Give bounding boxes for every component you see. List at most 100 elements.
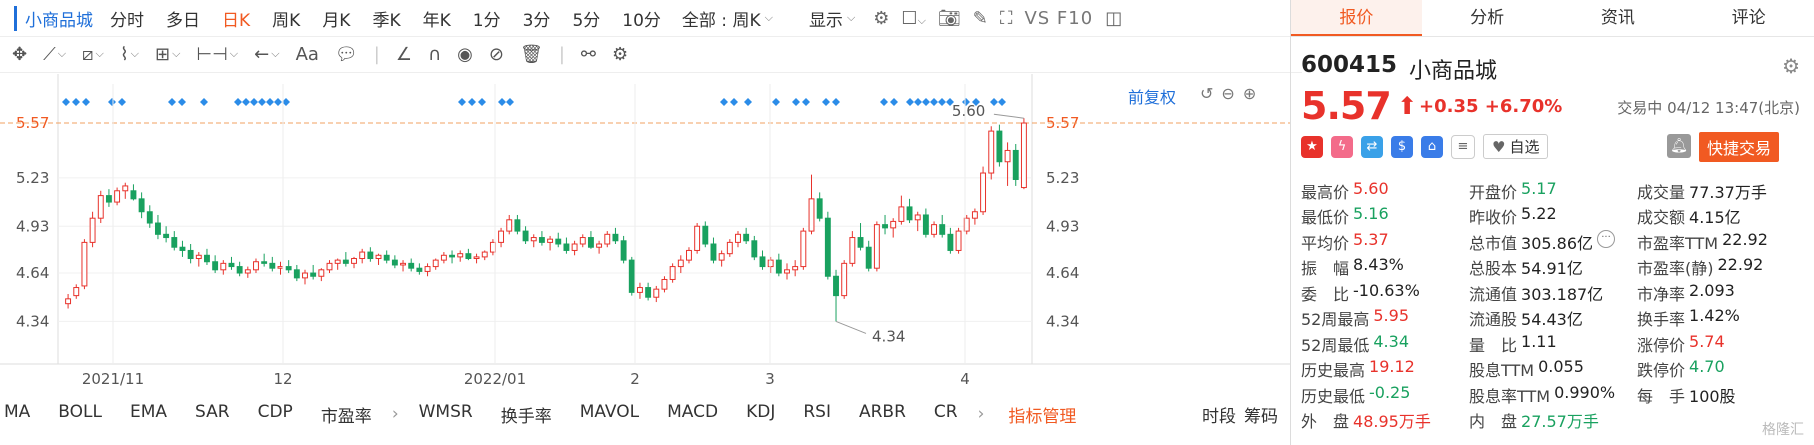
candle-body [244,269,251,274]
candle-body [628,259,635,293]
text-icon[interactable]: Aa [296,44,319,65]
comment-icon[interactable]: 💬︎ [335,44,358,65]
range-icon[interactable]: ⊢⊣ ⌵ [196,44,238,65]
indicator-list2-2[interactable]: MAVOL [580,402,639,427]
indicator-list2-3[interactable]: MACD [667,402,718,427]
tab-2[interactable]: 资讯 [1553,0,1684,36]
magnet-icon[interactable]: ∩ [428,44,441,65]
quote-grid: 最高价 5.60 开盘价 5.17 成交量 77.37万手 最低价 5.16 昨收价 5.22 成交… [1301,178,1806,433]
display-dropdown[interactable]: 显示 ⌵ [809,6,855,31]
indicator-list2-4[interactable]: KDJ [746,402,775,427]
candle-body [636,287,643,293]
dollar-icon[interactable]: $ [1391,135,1413,158]
chevron-right-icon[interactable]: › [978,404,985,424]
candle-body [947,233,954,251]
quote-cell: 股息率TTM 0.990% [1469,383,1637,407]
arrow-icon[interactable]: ← ⌵ [254,44,279,65]
candle-body [326,262,333,271]
period-tab-0[interactable]: 分时 [110,6,144,31]
compare-icon[interactable]: ⇄ [1361,135,1383,158]
period-tab-10[interactable]: 10分 [622,6,661,31]
quick-trade-button[interactable]: 快捷交易 [1699,132,1780,162]
candle-body [898,206,905,222]
period-tab-8[interactable]: 3分 [523,6,551,31]
indicator-list2-6[interactable]: ARBR [859,402,906,427]
quote-value: 19.12 [1369,357,1415,377]
indicator-tail-0[interactable]: 时段 [1202,402,1236,427]
y-tick-label: 4.64 [16,264,49,282]
indicator-list2-0[interactable]: WMSR [419,402,473,427]
stock-name-link[interactable]: 小商品城 [14,5,93,31]
fullscreen-icon[interactable]: ⛶ [1000,8,1013,29]
candle-body [718,253,725,261]
period-tab-4[interactable]: 月K [322,6,350,31]
candle-body [784,269,790,274]
indicator-list1-1[interactable]: BOLL [58,402,102,427]
indicator-list1-5[interactable]: 市盈率 [321,402,372,427]
bell-icon[interactable]: 🔔︎ [1667,134,1691,158]
period-tab-9[interactable]: 5分 [572,6,600,31]
vs-f10-button[interactable]: VS F10 [1024,8,1093,29]
link-icon[interactable]: ⚯ [581,44,596,65]
indicator-list1-2[interactable]: EMA [130,402,167,427]
gear-icon[interactable]: ⚙ [612,44,628,65]
bookmark-icon[interactable]: ≡ [1451,134,1475,159]
indicator-list1-3[interactable]: SAR [195,402,230,427]
add-watchlist-button[interactable]: ♥ 自选 [1483,134,1549,159]
pen-icon[interactable]: ∠ [396,44,412,65]
camera-icon[interactable]: 📷︎ [938,8,961,29]
fib-icon[interactable]: ⊞ ⌵ [155,44,180,65]
period-tab-7[interactable]: 1分 [473,6,501,31]
channel-icon[interactable]: ⧄ ⌵ [82,44,104,65]
flash-icon[interactable]: ϟ [1331,135,1353,158]
candle-body [334,259,341,264]
candle-body [865,246,872,269]
candle-body [498,230,505,243]
chevron-down-icon: ⌵ [846,11,856,24]
gear-icon[interactable]: ⚙ [1782,54,1800,78]
indicator-list2-5[interactable]: RSI [803,402,831,427]
delete-icon[interactable]: 🗑︎ [520,44,543,65]
indicator-list1-0[interactable]: MA [4,402,30,427]
candle-body [138,198,145,213]
gear-icon[interactable]: ⚙ [873,8,889,29]
indicator-list2-1[interactable]: 换手率 [501,402,552,427]
tab-1[interactable]: 分析 [1422,0,1553,36]
period-tab-1[interactable]: 多日 [166,6,200,31]
candle-body [833,275,839,297]
period-tab-2[interactable]: 日K [222,6,250,31]
eye-icon[interactable]: ◉ [457,44,473,65]
indicator-management[interactable]: 指标管理 [1008,402,1076,427]
candlestick-chart[interactable]: 5.57 5.575.23 5.234.93 4.934.64 4.644.34 4.34… [0,74,1290,396]
indicator-list2-7[interactable]: CR [934,402,958,427]
indicator-list1-4[interactable]: CDP [258,402,293,427]
tab-0[interactable]: 报价 [1291,0,1422,36]
candle-body [767,259,774,268]
pen-icon[interactable]: ✎ [973,8,988,29]
current-price: 5.57 [1301,84,1392,128]
indicator-tail-1[interactable]: 筹码 [1244,402,1278,427]
candle-body [154,222,161,235]
hide-icon[interactable]: ⊘ [489,44,504,65]
more-icon[interactable]: ··· [1597,229,1616,248]
line-icon[interactable]: ⟋ ⌵ [43,44,66,65]
period-dropdown[interactable]: 全部 : 周K ⌵ [682,6,773,31]
crosshair-icon[interactable]: ✥ [12,44,27,65]
candle-body [849,237,856,264]
sidebar-toggle-icon[interactable]: ◫ [1105,8,1122,29]
period-tab-5[interactable]: 季K [372,6,400,31]
candle-body [694,225,701,251]
chevron-right-icon[interactable]: › [392,404,399,424]
signal-marker [178,98,186,106]
tab-3[interactable]: 评论 [1683,0,1814,36]
quote-label: 成交量 [1637,182,1686,202]
square-icon[interactable]: ☐⌵ [901,8,925,29]
period-tab-6[interactable]: 年K [423,6,451,31]
candle-body [187,249,194,260]
wave-icon[interactable]: ⌇ ⌵ [120,44,139,65]
period-tab-3[interactable]: 周K [272,6,300,31]
tag-icon[interactable]: ⌂ [1421,135,1443,158]
candle-body [800,230,807,268]
display-label: 显示 [808,10,843,31]
candle-body [1020,122,1027,189]
